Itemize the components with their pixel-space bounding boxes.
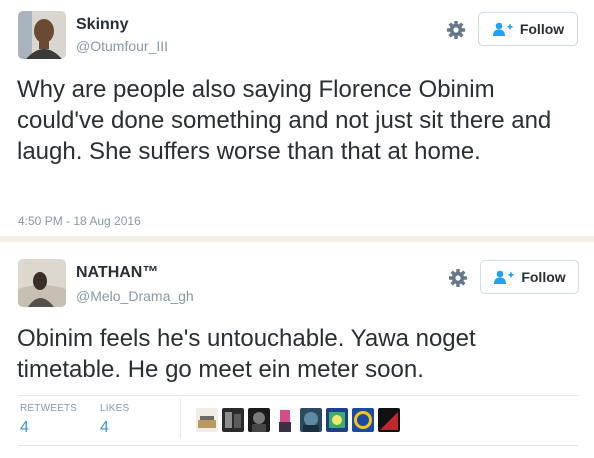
retweets-count[interactable]: 4 (20, 419, 29, 437)
tweet-text: Why are people also saying Florence Obin… (17, 76, 552, 165)
stats-vertical-divider (180, 399, 181, 439)
display-name[interactable]: Skinny (76, 16, 128, 34)
tweet-card: NATHAN™ @Melo_Drama_gh Follow Obinim fee… (0, 242, 594, 458)
follow-button[interactable]: Follow (478, 12, 578, 46)
user-handle[interactable]: @Otumfour_III (76, 38, 168, 54)
follow-button[interactable]: Follow (480, 260, 579, 294)
liker-avatar[interactable] (378, 408, 400, 432)
tweet-timestamp[interactable]: 4:50 PM - 18 Aug 2016 (18, 214, 141, 228)
tweet-text: Obinim feels he's untouchable. Yawa noge… (17, 325, 476, 383)
likes-count[interactable]: 4 (100, 419, 109, 437)
liker-avatar[interactable] (222, 408, 244, 432)
display-name[interactable]: NATHAN™ (76, 264, 158, 282)
add-user-icon (492, 22, 514, 36)
liker-avatar[interactable] (352, 408, 374, 432)
liker-avatar[interactable] (196, 408, 218, 432)
likes-label[interactable]: LIKES (100, 403, 129, 414)
follow-label: Follow (521, 269, 566, 285)
avatar[interactable] (18, 11, 66, 59)
stats-divider-bottom (18, 445, 578, 446)
user-handle[interactable]: @Melo_Drama_gh (76, 288, 194, 304)
add-user-icon (493, 270, 515, 284)
liker-avatar[interactable] (326, 408, 348, 432)
gear-icon[interactable] (446, 20, 466, 40)
liker-avatar[interactable] (274, 408, 296, 432)
liker-avatar[interactable] (248, 408, 270, 432)
stats-divider-top (18, 395, 578, 396)
tweet-card: Skinny @Otumfour_III Follow Why are peop… (0, 0, 594, 236)
liker-avatar[interactable] (300, 408, 322, 432)
avatar[interactable] (18, 259, 66, 307)
follow-label: Follow (519, 21, 565, 37)
retweets-label[interactable]: RETWEETS (20, 403, 77, 414)
gear-icon[interactable] (448, 268, 468, 288)
